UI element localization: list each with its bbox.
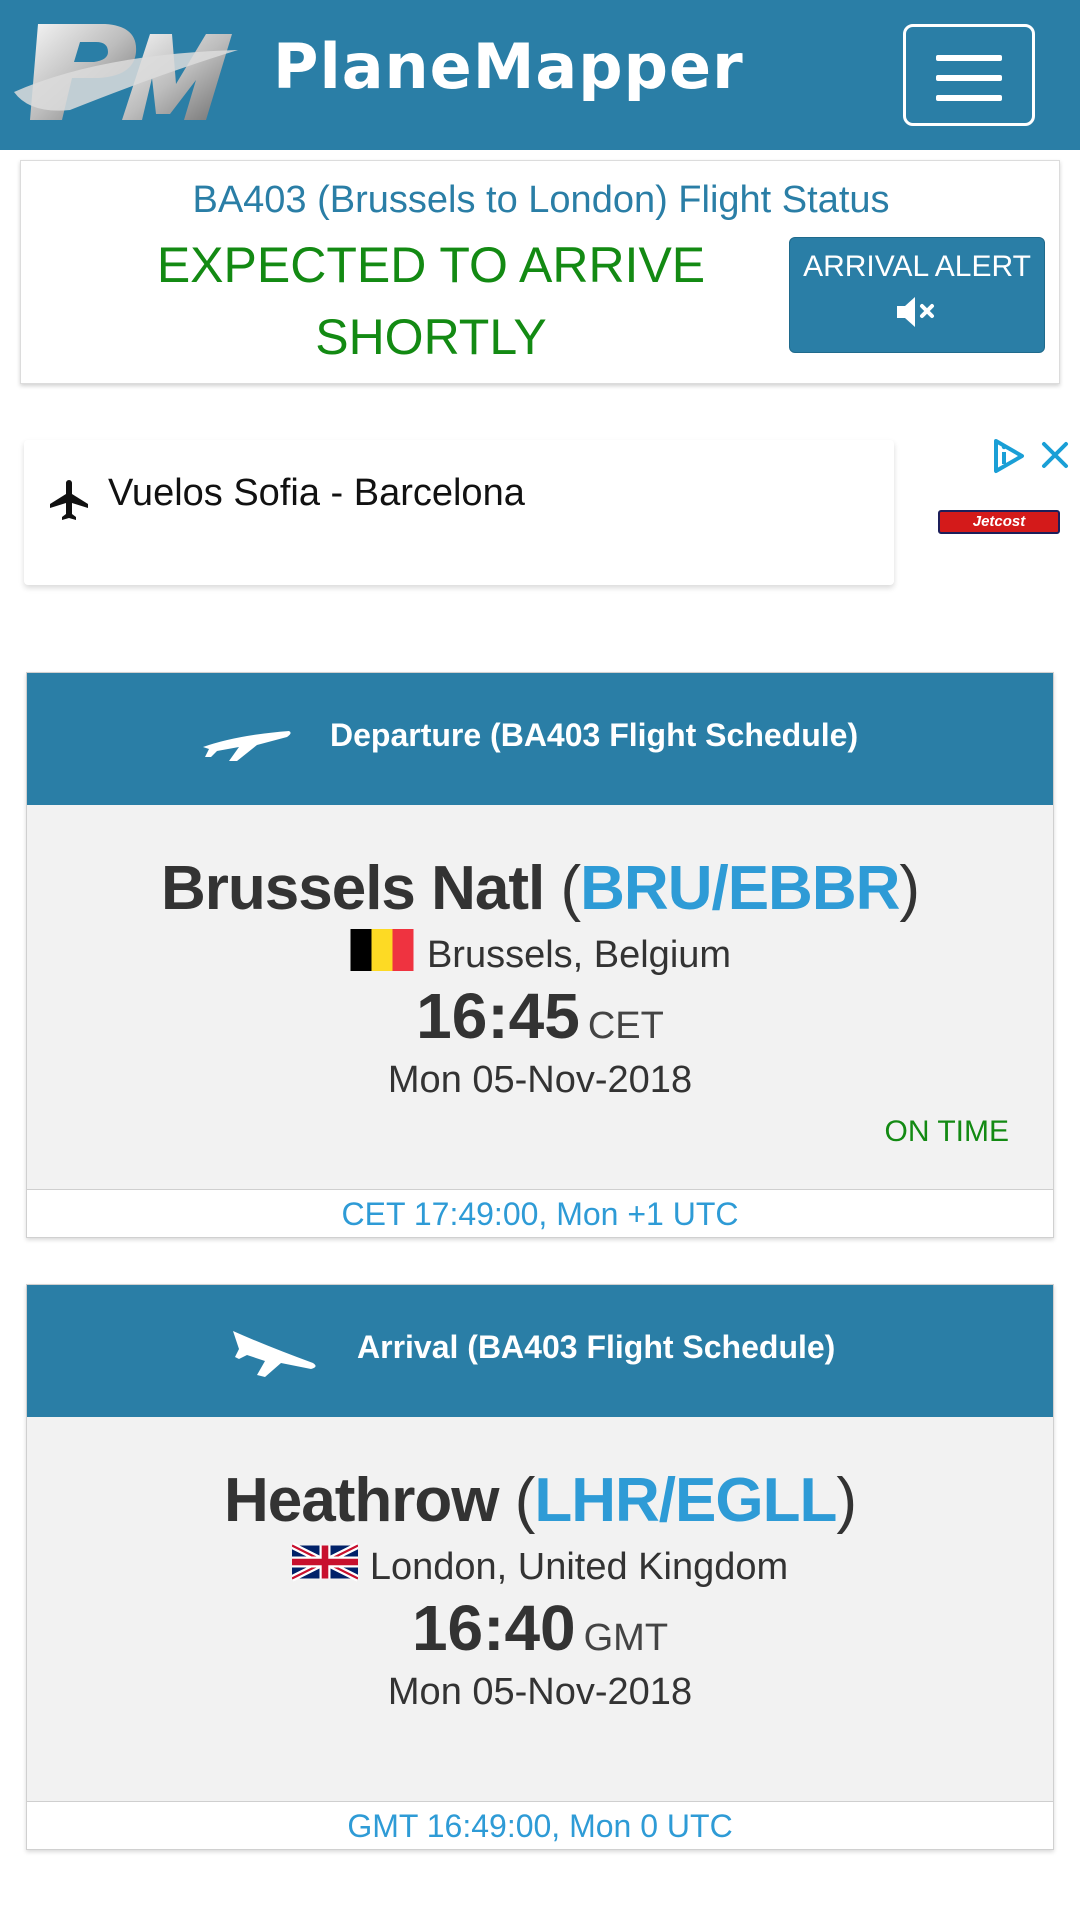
arrival-header: Arrival (BA403 Flight Schedule) — [27, 1285, 1053, 1417]
arrival-timezone: GMT — [583, 1617, 669, 1659]
hamburger-bar — [936, 75, 1002, 81]
flight-status-text: EXPECTED TO ARRIVE SHORTLY — [156, 237, 706, 365]
departure-date: Mon 05-Nov-2018 — [387, 1059, 693, 1101]
jetcost-logo[interactable]: Jetcost — [938, 510, 1060, 534]
hamburger-menu-icon — [936, 55, 1002, 61]
arrival-airport-name: Heathrow — [223, 1466, 499, 1535]
departure-city-text: Brussels, Belgium — [426, 934, 732, 976]
brand-name[interactable]: PlaneMapper — [273, 30, 744, 103]
plane-arrival-icon — [233, 1331, 316, 1377]
departure-time-row: 16:45 CET — [27, 979, 1053, 1053]
departure-header-title: Departure (BA403 Flight Schedule) — [330, 717, 859, 753]
menu-button[interactable] — [903, 24, 1035, 126]
departure-airport-name: Brussels Natl — [160, 854, 545, 923]
ad-banner[interactable]: Vuelos Sofia - Barcelona — [24, 440, 894, 585]
paren: ( — [514, 1466, 536, 1535]
speaker-muted-icon — [897, 297, 934, 327]
departure-timezone: CET — [587, 1005, 664, 1047]
uk-flag-icon — [291, 1542, 358, 1582]
adchoices-icon[interactable] — [990, 438, 1026, 474]
planemapper-logo[interactable] — [10, 14, 240, 130]
arrival-city-text: London, United Kingdom — [369, 1546, 789, 1588]
arrival-local-time: GMT 16:49:00, Mon 0 UTC — [27, 1801, 1053, 1849]
departure-card: Departure (BA403 Flight Schedule) Brusse… — [26, 672, 1054, 1238]
flight-status-card: BA403 (Brussels to London) Flight Status… — [20, 160, 1060, 384]
departure-city: Brussels, Belgium — [27, 929, 1053, 977]
close-icon[interactable] — [1038, 438, 1072, 472]
departure-airport-code[interactable]: BRU/EBBR — [580, 854, 900, 923]
flight-status-title: BA403 (Brussels to London) Flight Status — [192, 179, 890, 221]
hamburger-bar — [936, 95, 1002, 101]
ad-text[interactable]: Vuelos Sofia - Barcelona — [108, 472, 525, 515]
arrival-time: 16:40 — [411, 1592, 576, 1664]
paren: ) — [836, 1466, 857, 1535]
arrival-alert-label: ARRIVAL ALERT — [803, 250, 1031, 283]
departure-header: Departure (BA403 Flight Schedule) — [27, 673, 1053, 805]
departure-local-time: CET 17:49:00, Mon +1 UTC — [27, 1189, 1053, 1237]
departure-airport: Brussels Natl (BRU/EBBR) — [27, 853, 1053, 924]
arrival-airport-code[interactable]: LHR/EGLL — [534, 1466, 837, 1535]
belgium-flag-icon — [350, 929, 414, 971]
arrival-time-row: 16:40 GMT — [27, 1591, 1053, 1665]
top-navbar: PlaneMapper — [0, 0, 1080, 150]
arrival-alert-button[interactable]: ARRIVAL ALERT — [789, 237, 1045, 353]
paren: ( — [560, 854, 581, 923]
plane-icon — [50, 480, 88, 520]
plane-departure-icon — [203, 731, 291, 761]
arrival-date: Mon 05-Nov-2018 — [387, 1671, 693, 1713]
arrival-city: London, United Kingdom — [27, 1541, 1053, 1589]
arrival-card: Arrival (BA403 Flight Schedule) Heathrow… — [26, 1284, 1054, 1850]
departure-time: 16:45 — [416, 980, 580, 1052]
departure-status: ON TIME — [884, 1115, 1009, 1148]
arrival-airport: Heathrow (LHR/EGLL) — [27, 1465, 1053, 1536]
arrival-header-title: Arrival (BA403 Flight Schedule) — [357, 1329, 836, 1365]
paren: ) — [899, 854, 920, 923]
